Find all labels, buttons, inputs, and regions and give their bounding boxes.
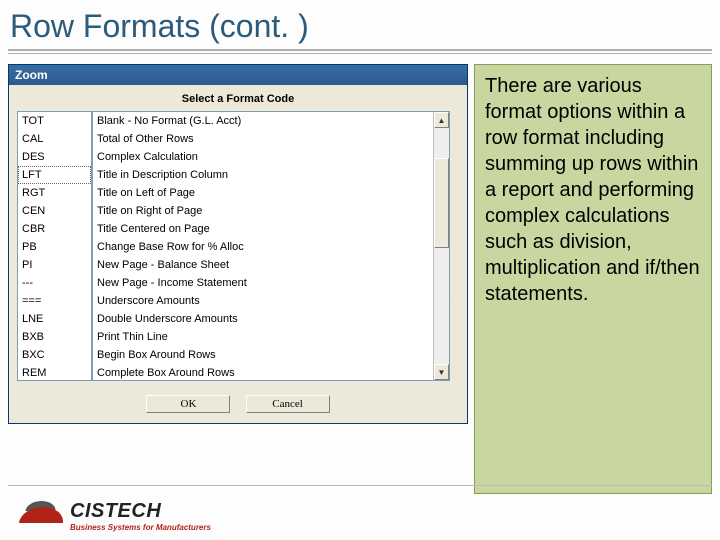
dialog-heading: Select a Format Code	[9, 85, 467, 111]
code-row[interactable]: CEN	[18, 202, 91, 220]
desc-row[interactable]: Total of Other Rows	[93, 130, 433, 148]
code-row[interactable]: LNE	[18, 310, 91, 328]
divider	[8, 53, 712, 54]
desc-row[interactable]: Complete Box Around Rows	[93, 364, 433, 380]
code-row[interactable]: ===	[18, 292, 91, 310]
code-row[interactable]: ---	[18, 274, 91, 292]
code-row[interactable]: TOT	[18, 112, 91, 130]
descs-listbox[interactable]: Blank - No Format (G.L. Acct)Total of Ot…	[92, 111, 450, 381]
desc-row[interactable]: Blank - No Format (G.L. Acct)	[93, 112, 433, 130]
code-row[interactable]: BXB	[18, 328, 91, 346]
scroll-thumb[interactable]	[434, 158, 449, 248]
code-row[interactable]: BXC	[18, 346, 91, 364]
code-row[interactable]: RGT	[18, 184, 91, 202]
desc-row[interactable]: Title in Description Column	[93, 166, 433, 184]
desc-row[interactable]: Title on Right of Page	[93, 202, 433, 220]
logo-name: CISTECH	[70, 500, 211, 523]
code-row[interactable]: CAL	[18, 130, 91, 148]
slide-caption: There are various format options within …	[474, 64, 712, 494]
scroll-down-button[interactable]: ▼	[434, 364, 449, 380]
desc-row[interactable]: Change Base Row for % Alloc	[93, 238, 433, 256]
desc-row[interactable]: Print Thin Line	[93, 328, 433, 346]
desc-row[interactable]: New Page - Income Statement	[93, 274, 433, 292]
code-row[interactable]: REM	[18, 364, 91, 381]
logo-tagline: Business Systems for Manufacturers	[70, 523, 211, 532]
ok-button[interactable]: OK	[146, 395, 230, 413]
code-row[interactable]: PI	[18, 256, 91, 274]
code-row[interactable]: DES	[18, 148, 91, 166]
desc-row[interactable]: Title Centered on Page	[93, 220, 433, 238]
desc-row[interactable]: Title on Left of Page	[93, 184, 433, 202]
cistech-logo: CISTECH Business Systems for Manufacture…	[20, 500, 211, 532]
scroll-up-button[interactable]: ▲	[434, 112, 449, 128]
scroll-track[interactable]	[434, 128, 449, 364]
slide-title: Row Formats (cont. )	[0, 0, 720, 49]
desc-row[interactable]: Complex Calculation	[93, 148, 433, 166]
codes-listbox[interactable]: TOTCALDESLFTRGTCENCBRPBPI---===LNEBXBBXC…	[17, 111, 92, 381]
desc-row[interactable]: Begin Box Around Rows	[93, 346, 433, 364]
code-row[interactable]: LFT	[18, 166, 91, 184]
divider	[8, 49, 712, 51]
desc-row[interactable]: Double Underscore Amounts	[93, 310, 433, 328]
scrollbar[interactable]: ▲ ▼	[433, 112, 449, 380]
cancel-button[interactable]: Cancel	[246, 395, 330, 413]
zoom-dialog: Zoom Select a Format Code TOTCALDESLFTRG…	[8, 64, 468, 424]
dialog-titlebar[interactable]: Zoom	[9, 65, 467, 85]
code-row[interactable]: CBR	[18, 220, 91, 238]
divider	[8, 485, 712, 486]
logo-swoosh-icon	[20, 501, 64, 531]
code-row[interactable]: PB	[18, 238, 91, 256]
desc-row[interactable]: New Page - Balance Sheet	[93, 256, 433, 274]
desc-row[interactable]: Underscore Amounts	[93, 292, 433, 310]
